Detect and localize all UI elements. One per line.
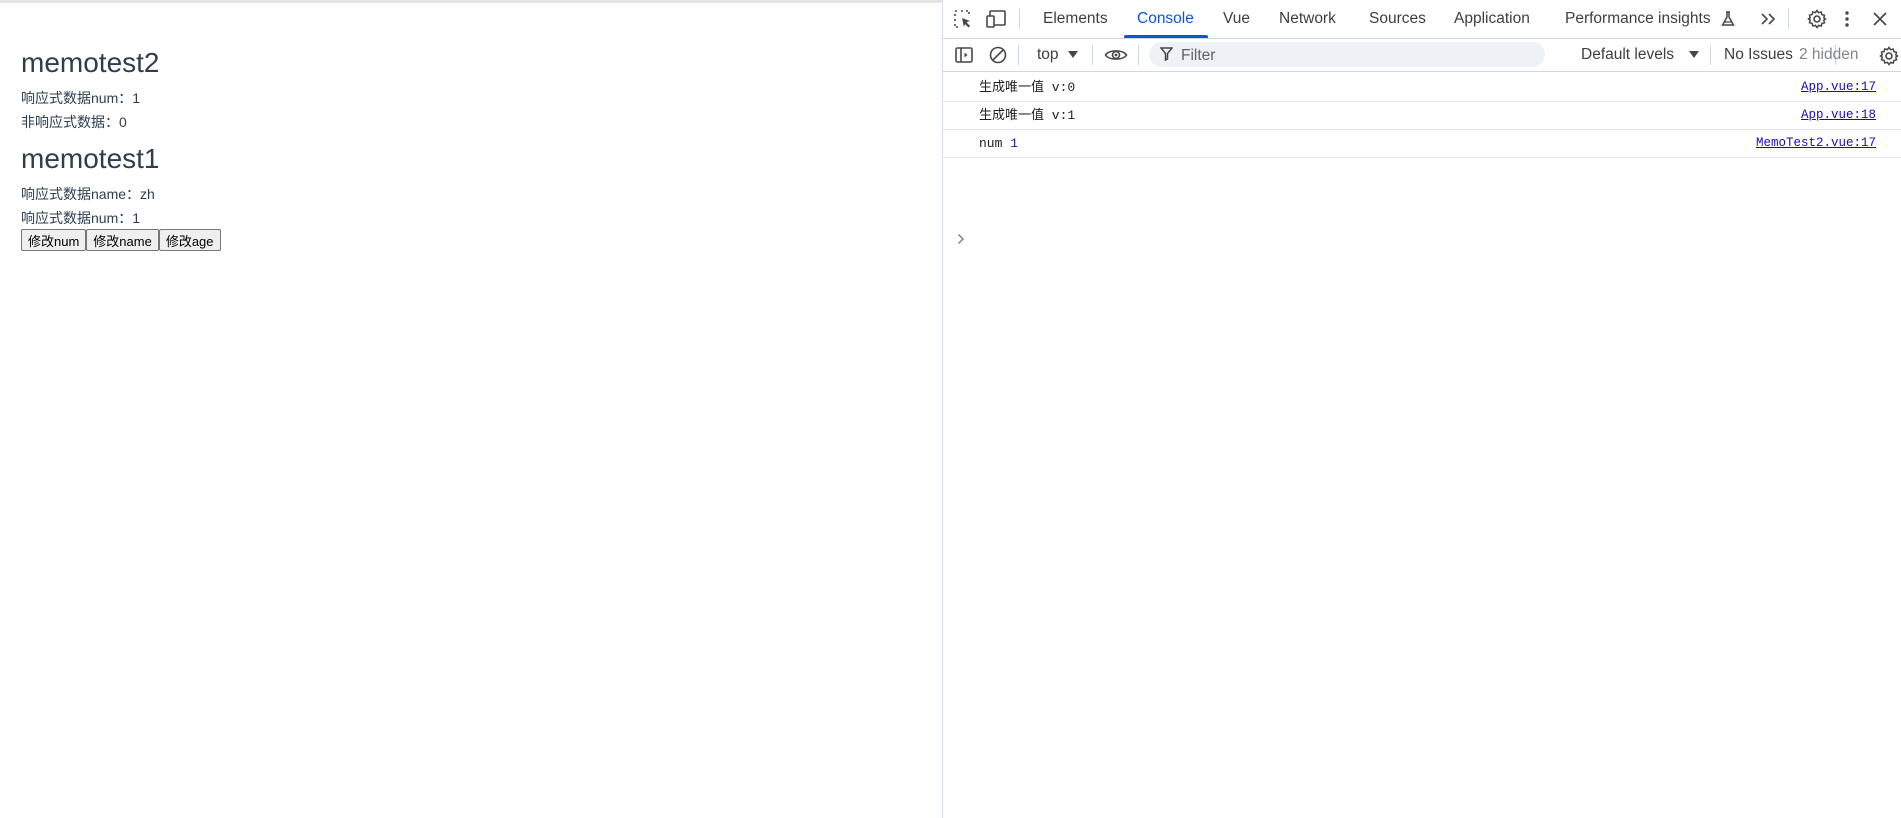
toolbar-separator-3: [1138, 45, 1139, 65]
change-name-button[interactable]: 修改name: [86, 229, 159, 251]
button-row: 修改num 修改name 修改age: [21, 229, 221, 251]
context-selector[interactable]: top: [1037, 39, 1059, 71]
tab-console[interactable]: Console: [1137, 0, 1194, 38]
tab-performance-insights[interactable]: Performance insights: [1565, 0, 1711, 38]
change-age-button[interactable]: 修改age: [158, 229, 221, 251]
log-message: 生成唯一值 v:1: [979, 108, 1076, 123]
close-devtools-icon[interactable]: [1869, 8, 1891, 30]
toolbar-separator-1: [1018, 45, 1019, 65]
log-row: 生成唯一值 v:1 App.vue:18: [943, 102, 1901, 130]
console-settings-icon[interactable]: [1878, 45, 1900, 67]
clear-console-icon[interactable]: [987, 44, 1009, 66]
filter-box: [1149, 42, 1545, 69]
log-message: 生成唯一值 v:0: [979, 80, 1076, 95]
console-prompt-chevron-icon[interactable]: [957, 232, 965, 248]
devtools-tab-bar: Elements Console Vue Network Sources App…: [943, 0, 1901, 39]
memotest1-heading: memotest1: [21, 143, 160, 174]
more-tabs-icon[interactable]: [1757, 8, 1779, 30]
tab-elements[interactable]: Elements: [1043, 0, 1108, 38]
devtools-panel: Elements Console Vue Network Sources App…: [942, 0, 1901, 818]
non-reactive-text: 非响应式数据：0: [21, 114, 127, 130]
page-viewport: memotest2 响应式数据num：1 非响应式数据：0 memotest1 …: [0, 3, 942, 818]
log-number-value: 1: [1010, 136, 1019, 151]
log-source-link[interactable]: App.vue:18: [1801, 102, 1876, 129]
tab-sources[interactable]: Sources: [1369, 0, 1426, 38]
inspect-element-icon[interactable]: [951, 7, 975, 31]
levels-dropdown-icon[interactable]: [1688, 49, 1700, 61]
more-options-icon[interactable]: [1840, 8, 1854, 30]
log-source-link[interactable]: MemoTest2.vue:17: [1756, 130, 1876, 157]
log-row: 生成唯一值 v:0 App.vue:17: [943, 74, 1901, 102]
tabbar-separator-right: [1788, 9, 1789, 29]
hidden-count: 2 hidden: [1799, 46, 1859, 63]
live-expression-eye-icon[interactable]: [1103, 44, 1129, 66]
device-toolbar-icon[interactable]: [985, 7, 1009, 31]
default-levels-dropdown[interactable]: Default levels: [1581, 39, 1674, 71]
tab-network[interactable]: Network: [1279, 0, 1336, 38]
filter-icon: [1159, 47, 1173, 61]
memotest2-heading: memotest2: [21, 47, 160, 78]
console-toolbar: top Default levels No Issues 2 hidden: [943, 39, 1901, 72]
toolbar-separator-2: [1092, 45, 1093, 65]
issues-button[interactable]: No Issues: [1724, 39, 1793, 71]
toolbar-separator-4: [1710, 45, 1711, 65]
flask-icon: [1719, 10, 1737, 28]
log-row: num 1 MemoTest2.vue:17: [943, 130, 1901, 158]
reactive-name-text: 响应式数据name：zh: [21, 186, 155, 202]
change-num-button[interactable]: 修改num: [21, 229, 87, 251]
tabbar-separator: [1019, 9, 1020, 29]
active-tab-indicator: [1124, 35, 1208, 38]
tab-vue[interactable]: Vue: [1223, 0, 1250, 38]
reactive-num-text-2: 响应式数据num：1: [21, 210, 141, 226]
log-source-link[interactable]: App.vue:17: [1801, 74, 1876, 101]
show-sidebar-icon[interactable]: [953, 44, 975, 66]
settings-gear-icon[interactable]: [1806, 8, 1828, 30]
reactive-num-text: 响应式数据num：1: [21, 90, 141, 106]
log-message: num 1: [979, 130, 1018, 157]
log-label: num: [979, 136, 1003, 151]
tab-application[interactable]: Application: [1454, 0, 1530, 38]
filter-input[interactable]: [1179, 42, 1533, 69]
context-dropdown-icon[interactable]: [1067, 49, 1079, 61]
